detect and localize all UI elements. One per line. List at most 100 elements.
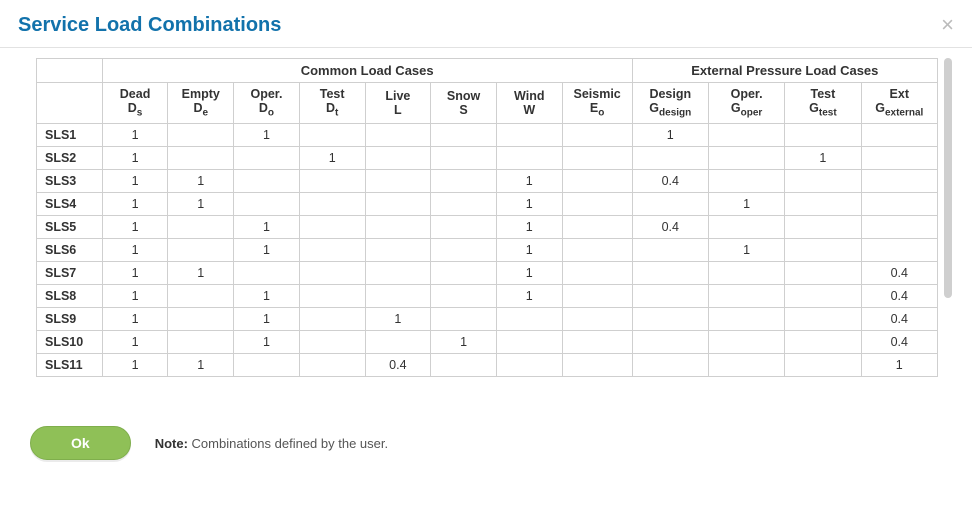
table-row: SLS31110.4 <box>37 169 938 192</box>
cell <box>785 284 861 307</box>
header-external-group: External Pressure Load Cases <box>632 59 937 83</box>
cell <box>708 353 784 376</box>
cell <box>365 238 431 261</box>
service-load-combinations-modal: Service Load Combinations × Common Load … <box>0 0 972 506</box>
load-combinations-table: Common Load Cases External Pressure Load… <box>36 58 938 377</box>
scrollbar-track[interactable] <box>944 58 954 378</box>
cell <box>365 261 431 284</box>
table-row: SLS101110.4 <box>37 330 938 353</box>
modal-footer: Ok Note: Combinations defined by the use… <box>18 426 954 460</box>
cell: 1 <box>102 169 168 192</box>
cell <box>708 146 784 169</box>
table-row: SLS1111 <box>37 123 938 146</box>
cell <box>234 146 300 169</box>
cell <box>299 353 365 376</box>
note-text: Combinations defined by the user. <box>192 436 389 451</box>
cell <box>299 192 365 215</box>
cell: 1 <box>299 146 365 169</box>
cell <box>299 215 365 238</box>
cell: 1 <box>102 215 168 238</box>
cell: 1 <box>496 192 562 215</box>
cell <box>431 146 497 169</box>
cell <box>562 146 632 169</box>
cell <box>632 238 708 261</box>
cell <box>299 169 365 192</box>
cell: 1 <box>168 353 234 376</box>
cell <box>365 123 431 146</box>
row-name: SLS1 <box>37 123 103 146</box>
cell <box>861 146 937 169</box>
cell <box>496 307 562 330</box>
cell: 0.4 <box>632 215 708 238</box>
cell <box>785 215 861 238</box>
cell <box>431 192 497 215</box>
cell <box>632 261 708 284</box>
cell <box>365 169 431 192</box>
cell <box>562 353 632 376</box>
cell <box>632 330 708 353</box>
cell: 1 <box>168 169 234 192</box>
cell: 1 <box>102 353 168 376</box>
cell <box>496 353 562 376</box>
table-row: SLS71110.4 <box>37 261 938 284</box>
cell: 1 <box>102 123 168 146</box>
cell <box>708 169 784 192</box>
cell <box>496 123 562 146</box>
cell <box>708 261 784 284</box>
cell <box>365 330 431 353</box>
cell <box>234 192 300 215</box>
cell: 1 <box>431 330 497 353</box>
cell <box>708 284 784 307</box>
cell <box>168 284 234 307</box>
note: Note: Combinations defined by the user. <box>155 436 388 451</box>
cell: 1 <box>234 238 300 261</box>
cell <box>562 192 632 215</box>
cell <box>299 261 365 284</box>
cell <box>708 215 784 238</box>
row-name: SLS5 <box>37 215 103 238</box>
cell <box>785 330 861 353</box>
cell: 1 <box>102 261 168 284</box>
cell: 0.4 <box>861 261 937 284</box>
cell: 1 <box>632 123 708 146</box>
cell <box>168 238 234 261</box>
cell <box>431 284 497 307</box>
cell <box>365 215 431 238</box>
cell <box>562 215 632 238</box>
header-common-group: Common Load Cases <box>102 59 632 83</box>
cell: 1 <box>102 238 168 261</box>
cell <box>299 307 365 330</box>
cell <box>861 215 937 238</box>
ok-button[interactable]: Ok <box>30 426 131 460</box>
cell <box>431 169 497 192</box>
cell <box>708 330 784 353</box>
header-blank <box>37 59 103 83</box>
cell: 1 <box>102 146 168 169</box>
divider <box>0 47 972 48</box>
column-header: LiveL <box>365 83 431 124</box>
cell: 1 <box>496 169 562 192</box>
cell <box>234 169 300 192</box>
row-name: SLS6 <box>37 238 103 261</box>
cell: 1 <box>234 123 300 146</box>
cell: 0.4 <box>861 330 937 353</box>
table-row: SLS2111 <box>37 146 938 169</box>
cell <box>168 307 234 330</box>
scrollbar-thumb[interactable] <box>944 58 952 298</box>
cell <box>299 330 365 353</box>
cell <box>562 284 632 307</box>
modal-body: Common Load Cases External Pressure Load… <box>18 58 954 378</box>
close-icon[interactable]: × <box>941 14 954 36</box>
cell <box>562 238 632 261</box>
cell <box>431 215 497 238</box>
cell: 1 <box>234 330 300 353</box>
cell <box>708 123 784 146</box>
cell: 1 <box>496 261 562 284</box>
cell <box>431 353 497 376</box>
cell <box>562 261 632 284</box>
cell <box>234 261 300 284</box>
cell <box>562 123 632 146</box>
column-header: EmptyDe <box>168 83 234 124</box>
cell <box>632 353 708 376</box>
column-header: ExtGexternal <box>861 83 937 124</box>
